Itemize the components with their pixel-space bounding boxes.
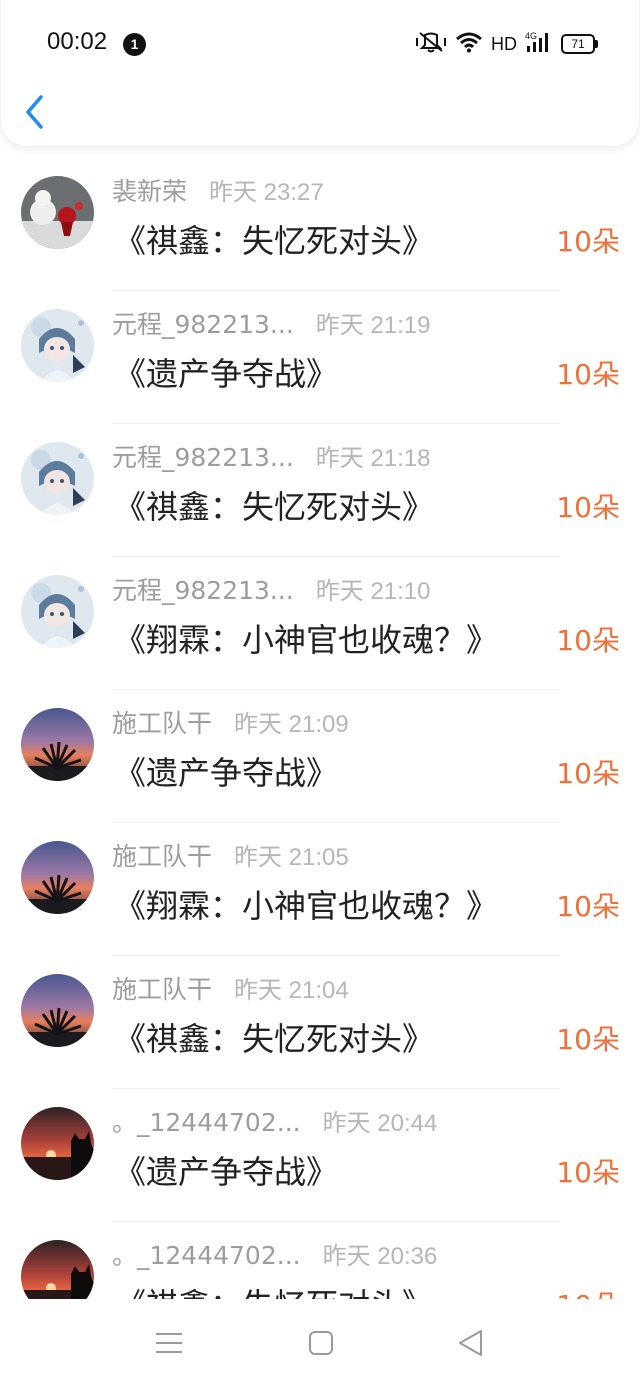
- avatar[interactable]: [21, 708, 94, 781]
- avatar[interactable]: [21, 309, 94, 382]
- username[interactable]: 元程_982213...: [112, 310, 294, 339]
- list-item[interactable]: 。_12444702... 昨天 20:36 《祺鑫：失忆死对头》 10朵: [0, 1222, 640, 1299]
- list-item[interactable]: 裴新荣 昨天 23:27 《祺鑫：失忆死对头》 10朵: [0, 158, 640, 291]
- item-meta: 施工队干 昨天 21:05: [112, 837, 349, 873]
- network-hd-label: HD: [491, 33, 517, 54]
- book-title[interactable]: 《遗产争夺战》: [114, 748, 338, 794]
- item-meta: 裴新荣 昨天 23:27: [112, 172, 324, 208]
- item-meta: 元程_982213... 昨天 21:19: [112, 305, 431, 341]
- back-triangle-icon: [459, 1330, 482, 1356]
- timestamp: 昨天 20:36: [322, 1243, 438, 1270]
- notification-count-badge: 1: [123, 33, 146, 56]
- item-meta: 。_12444702... 昨天 20:36: [112, 1236, 437, 1272]
- signal-label: 4G: [525, 31, 537, 41]
- timestamp: 昨天 21:19: [315, 312, 431, 339]
- wifi-icon: [455, 31, 483, 57]
- menu-icon: [156, 1333, 182, 1353]
- gift-amount: 10朵: [556, 1156, 620, 1189]
- mute-vibrate-icon: [415, 30, 447, 58]
- system-nav-bar: [0, 1300, 640, 1387]
- gift-amount: 10朵: [556, 890, 620, 923]
- gift-amount: 10朵: [556, 358, 620, 391]
- book-title[interactable]: 《祺鑫：失忆死对头》: [114, 482, 434, 528]
- avatar[interactable]: [21, 841, 94, 914]
- menu-button[interactable]: [154, 1328, 184, 1358]
- back-button[interactable]: [23, 94, 47, 130]
- username[interactable]: 裴新荣: [112, 177, 187, 206]
- item-meta: 施工队干 昨天 21:09: [112, 704, 349, 740]
- status-time: 00:02: [47, 28, 108, 55]
- timestamp: 昨天 21:05: [234, 844, 349, 871]
- timestamp: 昨天 21:04: [234, 977, 349, 1004]
- gift-record-list[interactable]: 裴新荣 昨天 23:27 《祺鑫：失忆死对头》 10朵 元程_982213... 昨天 2…: [0, 158, 640, 1299]
- timestamp: 昨天 20:44: [322, 1110, 438, 1137]
- book-title[interactable]: 《祺鑫：失忆死对头》: [114, 1280, 434, 1299]
- gift-amount: 10朵: [556, 624, 620, 657]
- item-meta: 元程_982213... 昨天 21:10: [112, 571, 431, 607]
- book-title[interactable]: 《遗产争夺战》: [114, 349, 338, 395]
- battery-indicator: 71: [561, 34, 598, 54]
- avatar[interactable]: [21, 575, 94, 648]
- timestamp: 昨天 21:09: [234, 711, 349, 738]
- book-title[interactable]: 《翔霖：小神官也收魂？》: [114, 615, 498, 661]
- list-item[interactable]: 。_12444702... 昨天 20:44 《遗产争夺战》 10朵: [0, 1089, 640, 1222]
- avatar[interactable]: [21, 1107, 94, 1180]
- avatar[interactable]: [21, 442, 94, 515]
- avatar[interactable]: [21, 974, 94, 1047]
- top-header: 00:02 1 HD 4G 71: [0, 0, 640, 147]
- book-title[interactable]: 《遗产争夺战》: [114, 1147, 338, 1193]
- gift-amount: 10朵: [556, 225, 620, 258]
- gift-amount: 10朵: [556, 757, 620, 790]
- gift-amount: 10朵: [556, 1284, 620, 1299]
- list-item[interactable]: 施工队干 昨天 21:09 《遗产争夺战》 10朵: [0, 690, 640, 823]
- item-meta: 元程_982213... 昨天 21:18: [112, 438, 431, 474]
- item-meta: 施工队干 昨天 21:04: [112, 970, 349, 1006]
- username[interactable]: 。_12444702...: [112, 1108, 301, 1137]
- list-item[interactable]: 元程_982213... 昨天 21:10 《翔霖：小神官也收魂？》 10朵: [0, 557, 640, 690]
- chevron-left-icon: [26, 95, 43, 129]
- home-button[interactable]: [306, 1328, 336, 1358]
- username[interactable]: 元程_982213...: [112, 576, 294, 605]
- cell-signal-icon: 4G: [525, 30, 553, 58]
- username[interactable]: 施工队干: [112, 709, 212, 738]
- timestamp: 昨天 21:10: [315, 578, 431, 605]
- book-title[interactable]: 《祺鑫：失忆死对头》: [114, 216, 434, 262]
- book-title[interactable]: 《祺鑫：失忆死对头》: [114, 1014, 434, 1060]
- list-item[interactable]: 施工队干 昨天 21:05 《翔霖：小神官也收魂？》 10朵: [0, 823, 640, 956]
- gift-amount: 10朵: [556, 1023, 620, 1056]
- username[interactable]: 施工队干: [112, 975, 212, 1004]
- avatar[interactable]: [21, 176, 94, 249]
- timestamp: 昨天 21:18: [315, 445, 431, 472]
- status-icons: HD 4G 71: [415, 30, 598, 58]
- list-item[interactable]: 元程_982213... 昨天 21:18 《祺鑫：失忆死对头》 10朵: [0, 424, 640, 557]
- system-back-button[interactable]: [456, 1328, 486, 1358]
- username[interactable]: 施工队干: [112, 842, 212, 871]
- list-item[interactable]: 施工队干 昨天 21:04 《祺鑫：失忆死对头》 10朵: [0, 956, 640, 1089]
- book-title[interactable]: 《翔霖：小神官也收魂？》: [114, 881, 498, 927]
- username[interactable]: 。_12444702...: [112, 1241, 301, 1270]
- list-item[interactable]: 元程_982213... 昨天 21:19 《遗产争夺战》 10朵: [0, 291, 640, 424]
- avatar[interactable]: [21, 1240, 94, 1299]
- username[interactable]: 元程_982213...: [112, 443, 294, 472]
- item-meta: 。_12444702... 昨天 20:44: [112, 1103, 437, 1139]
- timestamp: 昨天 23:27: [209, 179, 324, 206]
- gift-amount: 10朵: [556, 491, 620, 524]
- home-square-icon: [309, 1331, 333, 1355]
